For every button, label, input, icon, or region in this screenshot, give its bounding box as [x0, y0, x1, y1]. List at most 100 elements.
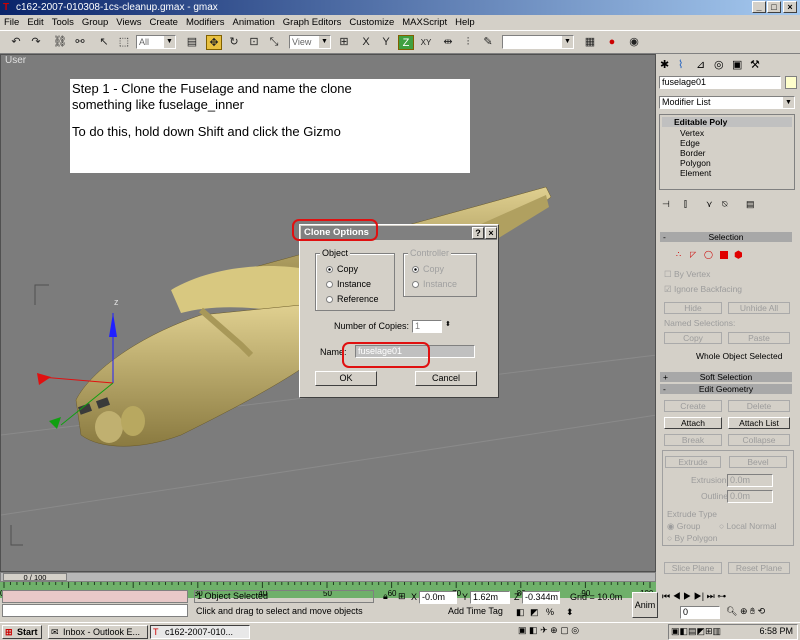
rotate-icon[interactable]: ↻ [226, 35, 242, 50]
object-instance-radio[interactable]: Instance [326, 279, 371, 289]
ignore-backfacing-checkbox[interactable]: ☑ Ignore Backfacing [664, 284, 742, 295]
stack-item-border[interactable]: Border [680, 148, 706, 158]
gmax-app-icon[interactable]: T [3, 2, 13, 13]
select-by-name-icon[interactable]: ▤ [184, 35, 200, 50]
stack-item-edge[interactable]: Edge [680, 138, 700, 148]
bevel-button[interactable]: Bevel [729, 456, 787, 468]
paste-selection-button[interactable]: Paste [728, 332, 790, 344]
hierarchy-tab-icon[interactable]: ⊿ [696, 58, 705, 71]
extrusion-spinner[interactable]: 0.0m [727, 474, 773, 487]
menu-create[interactable]: Create [145, 15, 182, 30]
copy-selection-button[interactable]: Copy [664, 332, 722, 344]
start-button[interactable]: ⊞ Start [2, 625, 42, 639]
soft-selection-rollout-header[interactable]: + Soft Selection [660, 372, 792, 382]
angle-snap-icon[interactable]: ◩ [530, 607, 539, 618]
transform-mode-icon[interactable]: ⊞ [398, 591, 406, 602]
create-tab-icon[interactable]: ✱ [660, 58, 669, 71]
tray-icon-6[interactable]: ◎ [571, 625, 579, 635]
time-slider-track[interactable]: 0 / 100 [0, 572, 656, 582]
animate-button[interactable]: Anim [632, 592, 658, 618]
spinner-snap-icon[interactable]: ⬍ [566, 607, 574, 618]
group-radio[interactable]: ◉ Group [667, 521, 700, 532]
by-vertex-checkbox[interactable]: ☐ By Vertex [664, 269, 710, 280]
collapse-button[interactable]: Collapse [728, 434, 790, 446]
restrict-y-icon[interactable]: Y [378, 35, 394, 50]
menu-animation[interactable]: Animation [229, 15, 279, 30]
menu-file[interactable]: File [0, 15, 23, 30]
show-end-result-icon[interactable]: ⫿ [684, 199, 687, 210]
create-button[interactable]: Create [664, 400, 722, 412]
stack-item-polygon[interactable]: Polygon [680, 158, 711, 168]
select-move-icon[interactable]: ✥ [206, 35, 222, 50]
z-coord-field[interactable]: -0.344m [522, 591, 560, 604]
stack-item-editable-poly[interactable]: Editable Poly [662, 117, 792, 127]
object-color-swatch[interactable] [785, 76, 797, 89]
tray-icon-1[interactable]: ▣ [518, 625, 527, 635]
copies-spinner-arrows-icon[interactable]: ⬍ [445, 320, 451, 328]
display-tab-icon[interactable]: ▣ [732, 58, 742, 71]
zoom-all-icon[interactable]: ⊕ [740, 606, 748, 616]
menu-help[interactable]: Help [451, 15, 479, 30]
y-coord-field[interactable]: 1.62m [470, 591, 510, 604]
dialog-help-button[interactable]: ? [472, 227, 484, 239]
percent-snap-icon[interactable]: % [546, 607, 554, 617]
time-slider-thumb[interactable]: 0 / 100 [3, 573, 67, 582]
lock-selection-icon[interactable]: 🔒︎ [383, 591, 388, 602]
slice-plane-button[interactable]: Slice Plane [664, 562, 722, 574]
copies-spinner[interactable]: 1 [412, 320, 442, 333]
unhide-all-button[interactable]: Unhide All [728, 302, 790, 314]
break-button[interactable]: Break [664, 434, 722, 446]
add-time-tag-button[interactable]: Add Time Tag [448, 606, 510, 619]
align-icon[interactable]: ⫶ [460, 35, 476, 50]
motion-tab-icon[interactable]: ◎ [714, 58, 724, 71]
stack-item-vertex[interactable]: Vertex [680, 128, 704, 138]
hide-button[interactable]: Hide [664, 302, 722, 314]
select-object-icon[interactable]: ↖ [96, 35, 112, 50]
reset-plane-button[interactable]: Reset Plane [728, 562, 790, 574]
close-button[interactable]: × [783, 1, 797, 13]
restrict-z-icon[interactable]: Z [398, 35, 414, 50]
reference-coord-select[interactable]: View ▼ [289, 35, 331, 49]
border-mode-icon[interactable]: ◯ [704, 250, 713, 259]
polygon-mode-icon[interactable] [720, 251, 728, 259]
quick-render-icon[interactable]: ◉ [626, 35, 642, 50]
restrict-xy-icon[interactable]: XY [418, 35, 434, 50]
edge-mode-icon[interactable]: ◸ [690, 250, 696, 259]
remove-modifier-icon[interactable]: ⍉ [722, 199, 727, 210]
scale-icon[interactable]: ⊡ [246, 35, 262, 50]
selection-rollout-header[interactable]: - Selection [660, 232, 792, 242]
next-frame-icon[interactable]: ▶| [694, 591, 704, 601]
pan-icon[interactable]: ✋︎ [750, 606, 755, 616]
modify-tab-icon[interactable]: ⌇ [678, 58, 683, 71]
edit-geometry-rollout-header[interactable]: - Edit Geometry [660, 384, 792, 394]
maxscript-listener-pink[interactable] [2, 590, 188, 603]
tray-icon-5[interactable]: ▢ [560, 625, 569, 635]
tray-icon-3[interactable]: ✈ [540, 625, 548, 635]
menu-modifiers[interactable]: Modifiers [182, 15, 229, 30]
undo-icon[interactable]: ↶ [8, 35, 24, 50]
x-coord-field[interactable]: -0.0m [419, 591, 457, 604]
ok-button[interactable]: OK [315, 371, 377, 386]
attach-button[interactable]: Attach [664, 417, 722, 429]
tray-status-icons[interactable]: ▣◧▤◩⊞▥ [671, 626, 721, 637]
unlink-icon[interactable]: ⚯ [72, 35, 88, 50]
named-selection-select[interactable]: ▼ [502, 35, 574, 49]
object-reference-radio[interactable]: Reference [326, 294, 379, 304]
selection-filter-select[interactable]: All ▼ [136, 35, 176, 49]
pivot-center-icon[interactable]: ⊞ [336, 35, 352, 50]
controller-instance-radio[interactable]: Instance [412, 279, 457, 289]
snap-toggle-icon[interactable]: ◧ [516, 607, 525, 618]
menu-views[interactable]: Views [112, 15, 145, 30]
outline-spinner[interactable]: 0.0m [727, 490, 773, 503]
menu-graph-editors[interactable]: Graph Editors [279, 15, 346, 30]
menu-tools[interactable]: Tools [48, 15, 78, 30]
configure-sets-icon[interactable]: ▤ [746, 199, 755, 210]
modifier-list-select[interactable]: Modifier List ▼ [659, 96, 795, 109]
prev-frame-icon[interactable]: ◀ [673, 591, 681, 601]
tray-icon-4[interactable]: ⊕ [550, 625, 558, 635]
by-polygon-radio[interactable]: ○ By Polygon [667, 533, 718, 543]
stack-item-element[interactable]: Element [680, 168, 711, 178]
restrict-x-icon[interactable]: X [358, 35, 374, 50]
controller-copy-radio[interactable]: Copy [412, 264, 444, 274]
minimize-button[interactable]: _ [752, 1, 766, 13]
